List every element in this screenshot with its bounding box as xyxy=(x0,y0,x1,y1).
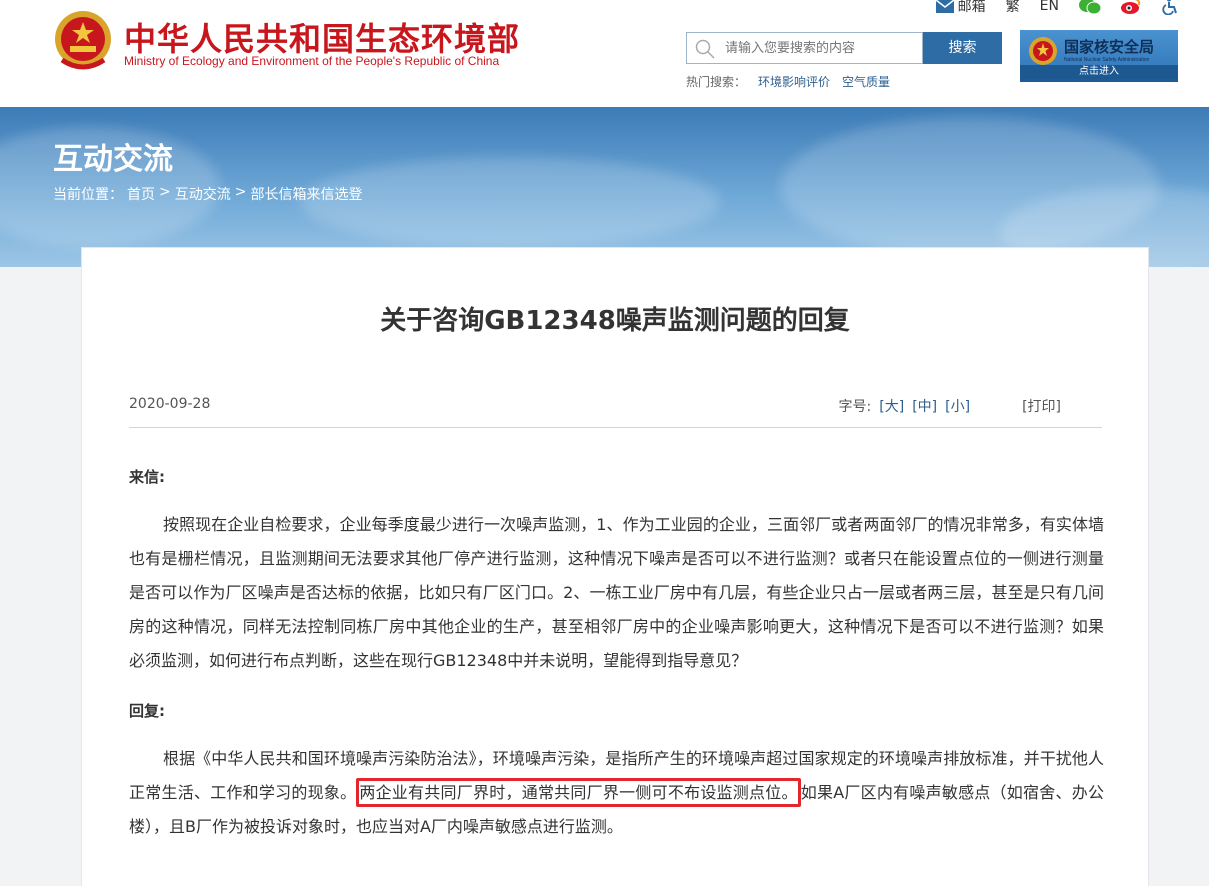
national-emblem-icon[interactable] xyxy=(52,8,114,74)
weibo-icon xyxy=(1121,0,1141,14)
section-title: 互动交流 xyxy=(53,142,173,177)
font-size-medium[interactable]: [中] xyxy=(912,396,937,416)
traditional-chinese-link[interactable]: 繁 xyxy=(1006,0,1020,16)
english-label: EN xyxy=(1039,0,1059,14)
breadcrumb-interaction[interactable]: 互动交流 xyxy=(175,184,231,204)
nnsa-title: 国家核安全局 xyxy=(1064,38,1155,56)
site-header: 中华人民共和国生态环境部 Ministry of Ecology and Env… xyxy=(0,0,1209,107)
article-title: 关于咨询GB12348噪声监测问题的回复 xyxy=(380,306,850,336)
letter-heading: 来信: xyxy=(129,468,165,486)
search-button[interactable]: 搜索 xyxy=(923,32,1002,64)
mail-link[interactable]: 邮箱 xyxy=(935,0,986,16)
letter-body: 按照现在企业自检要求，企业每季度最少进行一次噪声监测，1、作为工业园的企业，三面… xyxy=(129,515,1104,670)
font-size-label: 字号: xyxy=(838,399,872,415)
wechat-link[interactable] xyxy=(1079,0,1101,15)
hot-search-item-eia[interactable]: 环境影响评价 xyxy=(758,73,830,90)
nnsa-english: National Nuclear Safety Administration xyxy=(1064,57,1150,63)
print-link[interactable]: [打印] xyxy=(1022,396,1061,416)
article-date: 2020-09-28 xyxy=(129,396,211,412)
traditional-label: 繁 xyxy=(1005,0,1020,15)
search-icon xyxy=(695,39,715,59)
breadcrumb-separator: > xyxy=(234,184,247,200)
breadcrumb-label: 当前位置： xyxy=(53,187,123,203)
english-link[interactable]: EN xyxy=(1040,0,1059,14)
article-card: 关于咨询GB12348噪声监测问题的回复 2020-09-28 字号: [大] … xyxy=(81,247,1149,886)
article-meta: 2020-09-28 字号: [大] [中] [小] [打印] xyxy=(129,396,1102,428)
hot-search-label: 热门搜索： xyxy=(686,75,747,89)
reply-highlight: 两企业有共同厂界时，通常共同厂界一侧可不布设监测点位。 xyxy=(356,778,801,807)
breadcrumb-separator: > xyxy=(159,184,171,200)
search-input[interactable] xyxy=(725,37,915,59)
hot-search-item-air[interactable]: 空气质量 xyxy=(842,73,890,90)
site-subtitle: Ministry of Ecology and Environment of t… xyxy=(124,54,500,68)
search-box xyxy=(686,32,923,64)
hot-search: 热门搜索： 环境影响评价 空气质量 xyxy=(686,73,890,90)
weibo-link[interactable] xyxy=(1121,0,1141,15)
breadcrumb: 当前位置： 首页 > 互动交流 > 部长信箱来信选登 xyxy=(53,184,362,204)
font-size-large[interactable]: [大] xyxy=(879,396,904,416)
accessibility-icon xyxy=(1162,0,1177,15)
nnsa-banner-link[interactable]: 国家核安全局 National Nuclear Safety Administr… xyxy=(1020,30,1178,82)
mail-label: 邮箱 xyxy=(957,0,986,15)
wechat-icon xyxy=(1079,0,1101,15)
top-links: 邮箱 繁 EN xyxy=(935,0,1179,16)
accessibility-link[interactable] xyxy=(1161,0,1179,15)
breadcrumb-home[interactable]: 首页 xyxy=(127,184,155,204)
breadcrumb-mailbox[interactable]: 部长信箱来信选登 xyxy=(250,184,362,204)
font-size-controls: 字号: [大] [中] [小] [打印] xyxy=(839,396,1061,416)
nnsa-enter: 点击进入 xyxy=(1020,65,1178,79)
reply-body: 根据《中华人民共和国环境噪声污染防治法》，环境噪声污染，是指所产生的环境噪声超过… xyxy=(129,742,1104,844)
reply-heading: 回复: xyxy=(129,702,165,720)
nnsa-emblem-icon xyxy=(1029,37,1057,65)
mail-icon xyxy=(935,0,954,13)
font-size-small[interactable]: [小] xyxy=(945,396,970,416)
